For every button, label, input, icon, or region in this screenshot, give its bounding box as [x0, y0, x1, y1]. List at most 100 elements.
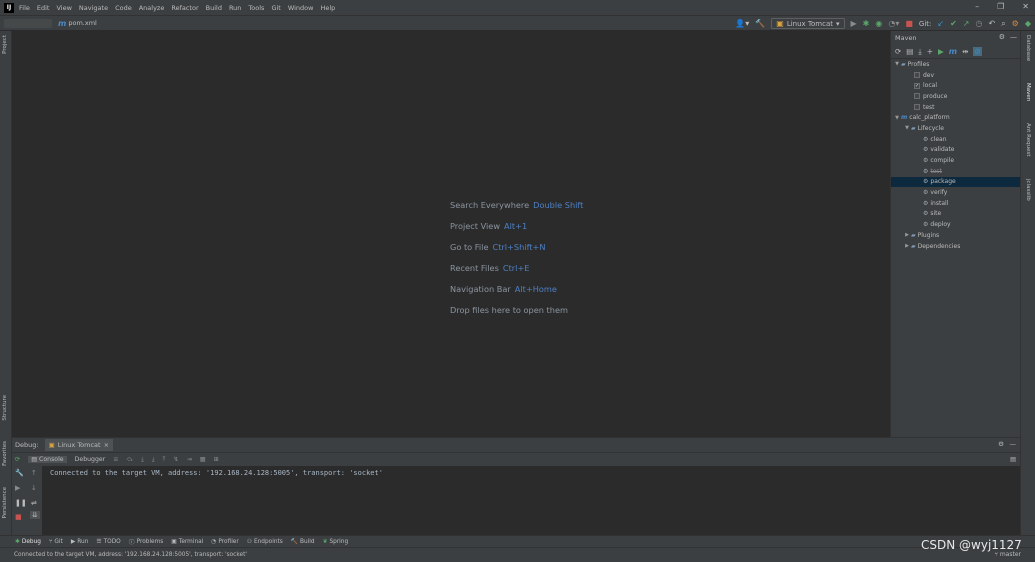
menu-tools[interactable]: Tools: [248, 4, 264, 12]
profile-produce[interactable]: produce: [891, 91, 1020, 102]
persistence-tool-tab[interactable]: Persistence: [2, 487, 8, 518]
hammer-icon[interactable]: 🔨: [755, 19, 765, 28]
menu-analyze[interactable]: Analyze: [139, 4, 165, 12]
lifecycle-site[interactable]: ⚙ site: [891, 209, 1020, 220]
menu-build[interactable]: Build: [206, 4, 222, 12]
trace-icon[interactable]: ⊞: [214, 456, 219, 463]
menu-help[interactable]: Help: [320, 4, 335, 12]
run-config-selector[interactable]: ▣ Linux Tomcat ▾: [771, 18, 845, 29]
tab-debugger[interactable]: Debugger: [75, 456, 106, 463]
profile-test[interactable]: test: [891, 102, 1020, 113]
tree-lifecycle[interactable]: ▼ ▰ Lifecycle: [891, 123, 1020, 134]
menu-window[interactable]: Window: [288, 4, 314, 12]
tool-spring[interactable]: ❦ Spring: [323, 539, 349, 545]
up-icon[interactable]: ↑: [31, 469, 37, 477]
menu-run[interactable]: Run: [229, 4, 241, 12]
lifecycle-test[interactable]: ⚙ test: [891, 166, 1020, 177]
close-icon[interactable]: ✕: [1022, 2, 1029, 11]
gear-icon[interactable]: ⚙: [999, 33, 1005, 41]
reload-icon[interactable]: ⟳: [895, 47, 901, 56]
rollback-icon[interactable]: ↶: [988, 19, 995, 28]
tool-debug[interactable]: ✱ Debug: [15, 539, 41, 545]
menu-file[interactable]: File: [19, 4, 30, 12]
tool-git[interactable]: ⑂ Git: [49, 539, 63, 545]
breadcrumb[interactable]: [4, 18, 52, 28]
down-icon[interactable]: ↓: [31, 484, 37, 492]
tree-plugins[interactable]: ▶ ▰ Plugins: [891, 230, 1020, 241]
add-icon[interactable]: +: [927, 47, 933, 56]
force-step-icon[interactable]: ⤓: [152, 456, 155, 464]
coverage-icon[interactable]: ◉: [875, 19, 882, 28]
checkbox-checked[interactable]: ✓: [914, 82, 920, 89]
lifecycle-clean[interactable]: ⚙ clean: [891, 134, 1020, 145]
tool-run[interactable]: ▶ Run: [71, 539, 89, 545]
plugin-icon[interactable]: ◆: [1025, 19, 1031, 28]
menu-refactor[interactable]: Refactor: [171, 4, 198, 12]
ant-request-tool-tab[interactable]: Ant Request: [1025, 123, 1031, 157]
tool-build[interactable]: 🔨 Build: [291, 539, 315, 545]
run-maven-icon[interactable]: ▶: [938, 47, 944, 56]
drop-frame-icon[interactable]: ↯: [173, 456, 178, 463]
tree-dependencies[interactable]: ▶ ▰ Dependencies: [891, 241, 1020, 252]
stop-icon[interactable]: ■: [905, 19, 913, 28]
hide-icon[interactable]: —: [1010, 440, 1017, 448]
profile-local[interactable]: ✓ local: [891, 80, 1020, 91]
resume-icon[interactable]: ▶: [15, 484, 20, 492]
run-icon[interactable]: ▶: [851, 19, 857, 28]
profile-dev[interactable]: dev: [891, 70, 1020, 81]
editor-area[interactable]: Search Everywhere Double Shift Project Vi…: [12, 31, 890, 437]
git-branch[interactable]: ⑂ master: [994, 551, 1021, 558]
project-tool-tab[interactable]: Project: [2, 35, 8, 54]
git-update-icon[interactable]: ↙: [937, 19, 944, 28]
stop-icon[interactable]: ■: [15, 513, 22, 521]
git-push-icon[interactable]: ↗: [963, 19, 970, 28]
layout-icon[interactable]: ▤: [1010, 456, 1016, 463]
scroll-to-end-icon[interactable]: ⇊: [30, 511, 40, 519]
lifecycle-deploy[interactable]: ⚙ deploy: [891, 219, 1020, 230]
execute-goal-icon[interactable]: m: [949, 47, 957, 56]
lifecycle-compile[interactable]: ⚙ compile: [891, 155, 1020, 166]
menu-git[interactable]: Git: [271, 4, 280, 12]
tree-project[interactable]: ▼ m calc_platform: [891, 112, 1020, 123]
tool-terminal[interactable]: ▣ Terminal: [171, 539, 203, 545]
menu-view[interactable]: View: [56, 4, 71, 12]
settings-icon[interactable]: ⚙: [1012, 19, 1019, 28]
lifecycle-install[interactable]: ⚙ install: [891, 198, 1020, 209]
toggle-offline-icon[interactable]: ⇹: [962, 47, 968, 56]
step-over-icon[interactable]: ⤼: [126, 456, 133, 464]
generate-sources-icon[interactable]: ▤: [906, 47, 913, 56]
maven-tool-tab[interactable]: Maven: [1025, 83, 1031, 101]
tree-profiles[interactable]: ▼ ▰ Profiles: [891, 59, 1020, 70]
soft-wrap-icon[interactable]: ⇌: [31, 499, 37, 507]
structure-tool-tab[interactable]: Structure: [2, 395, 8, 421]
step-into-icon[interactable]: ⤓: [141, 456, 144, 464]
menu-code[interactable]: Code: [115, 4, 132, 12]
checkbox[interactable]: [914, 93, 920, 100]
menu-navigate[interactable]: Navigate: [79, 4, 108, 12]
favorites-tool-tab[interactable]: Favorites: [2, 441, 8, 466]
wrench-icon[interactable]: 🔧: [15, 469, 24, 477]
tool-endpoints[interactable]: ⚇ Endpoints: [247, 539, 283, 545]
restore-icon[interactable]: ❐: [997, 2, 1004, 11]
menu-icon[interactable]: ≡: [113, 456, 118, 463]
menu-edit[interactable]: Edit: [37, 4, 50, 12]
lifecycle-verify[interactable]: ⚙ verify: [891, 187, 1020, 198]
profile-icon[interactable]: ◔▾: [888, 19, 899, 28]
run-to-cursor-icon[interactable]: ⇥: [187, 456, 192, 463]
checkbox[interactable]: [914, 104, 920, 111]
rerun-icon[interactable]: ⟳: [15, 456, 20, 463]
database-tool-tab[interactable]: Database: [1025, 35, 1031, 61]
tab-console[interactable]: ▤ Console: [28, 456, 67, 463]
hide-icon[interactable]: —: [1010, 33, 1017, 41]
evaluate-icon[interactable]: ▦: [200, 456, 206, 463]
history-icon[interactable]: ◷: [976, 19, 983, 28]
git-commit-icon[interactable]: ✔: [950, 19, 957, 28]
close-tab-icon[interactable]: ×: [104, 441, 109, 449]
checkbox[interactable]: [914, 72, 920, 79]
tool-problems[interactable]: ⓘ Problems: [129, 537, 164, 547]
download-icon[interactable]: ⤓: [918, 47, 921, 57]
debug-icon[interactable]: ✱: [863, 19, 870, 28]
lifecycle-validate[interactable]: ⚙ validate: [891, 145, 1020, 156]
minimize-icon[interactable]: –: [975, 2, 979, 11]
gear-icon[interactable]: ⚙: [998, 440, 1004, 448]
